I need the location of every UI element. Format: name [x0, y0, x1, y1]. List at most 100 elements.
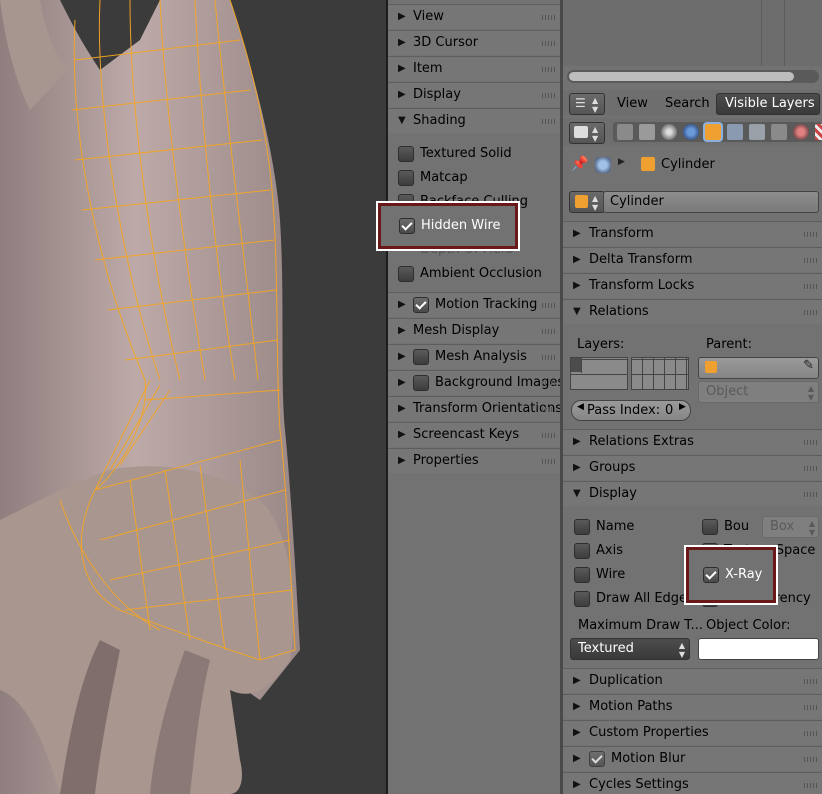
pass-index-field[interactable]: ◀ Pass Index: 0 ▶	[571, 400, 691, 421]
outliner-display-mode-dropdown[interactable]: Visible Layers	[716, 93, 820, 115]
3d-viewport[interactable]	[0, 0, 386, 794]
panel-header-relations-extras[interactable]: ▶ Relations Extras	[563, 429, 822, 454]
panel-header-mesh-analysis[interactable]: ▶ Mesh Analysis	[388, 344, 560, 369]
drag-grip-icon[interactable]	[804, 492, 818, 497]
panel-header-display[interactable]: ▼ Display	[563, 481, 822, 506]
bounds-type-dropdown[interactable]: Box ▲ ▼	[762, 516, 819, 538]
drag-grip-icon[interactable]	[542, 93, 556, 98]
draw-all-edges-checkbox[interactable]	[574, 591, 590, 607]
drag-grip-icon[interactable]	[542, 67, 556, 72]
panel-header-relations[interactable]: ▼ Relations	[563, 299, 822, 324]
modifiers-wrench-icon[interactable]	[749, 124, 765, 140]
drag-grip-icon[interactable]	[804, 466, 818, 471]
panel-header-duplication[interactable]: ▶ Duplication	[563, 668, 822, 693]
outliner-view-menu[interactable]: View	[617, 96, 648, 111]
panel-header-background-images[interactable]: ▶ Background Images	[388, 370, 564, 395]
panel-header-shading[interactable]: ▼ Shading	[388, 108, 560, 133]
background-images-checkbox[interactable]	[413, 375, 429, 391]
panel-header-transform-orientations[interactable]: ▶ Transform Orientations	[388, 396, 562, 421]
drag-grip-icon[interactable]	[542, 459, 556, 464]
properties-editor-type-button[interactable]: ▲ ▼	[569, 122, 605, 144]
drag-grip-icon[interactable]	[804, 232, 818, 237]
drag-grip-icon[interactable]	[542, 41, 556, 46]
viewport-properties-shelf: ▶ View ▶ 3D Cursor ▶ Item ▶ Display ▼ Sh…	[388, 0, 564, 794]
drag-grip-icon[interactable]	[542, 329, 556, 334]
drag-grip-icon[interactable]	[542, 119, 556, 124]
layers-grid-left[interactable]	[570, 357, 628, 390]
panel-header-properties[interactable]: ▶ Properties	[388, 448, 560, 473]
bounds-checkbox[interactable]	[702, 519, 718, 535]
panel-header-motion-paths[interactable]: ▶ Motion Paths	[563, 694, 822, 719]
drag-grip-icon[interactable]	[542, 407, 556, 412]
collapsed-triangle-icon: ▶	[398, 351, 406, 362]
x-ray-checkbox[interactable]	[703, 567, 719, 583]
mesh-data-icon[interactable]	[771, 124, 787, 140]
drag-grip-icon[interactable]	[804, 284, 818, 289]
outliner-area[interactable]	[563, 0, 822, 66]
drag-grip-icon[interactable]	[804, 258, 818, 263]
material-icon[interactable]	[793, 124, 809, 140]
outliner-scrollbar-track[interactable]	[567, 70, 819, 83]
object-datablock-browse-button[interactable]: ▲ ▼	[569, 191, 605, 213]
panel-header-view[interactable]: ▶ View	[388, 4, 560, 29]
constraints-icon[interactable]	[727, 124, 743, 140]
panel-header-mesh-display[interactable]: ▶ Mesh Display	[388, 318, 560, 343]
world-icon[interactable]	[683, 124, 699, 140]
pin-icon[interactable]: 📌	[571, 156, 588, 172]
panel-header-item[interactable]: ▶ Item	[388, 56, 560, 81]
drag-grip-icon[interactable]	[804, 679, 818, 684]
drag-grip-icon[interactable]	[804, 757, 818, 762]
texture-icon[interactable]	[815, 124, 822, 140]
panel-title: Delta Transform	[589, 252, 693, 267]
drag-grip-icon[interactable]	[542, 381, 556, 386]
panel-header-transform-locks[interactable]: ▶ Transform Locks	[563, 273, 822, 298]
drag-grip-icon[interactable]	[542, 303, 556, 308]
panel-header-motion-blur[interactable]: ▶ Motion Blur	[563, 746, 822, 771]
panel-header-custom-properties[interactable]: ▶ Custom Properties	[563, 720, 822, 745]
outliner-scrollbar-thumb[interactable]	[569, 72, 794, 81]
panel-header-transform[interactable]: ▶ Transform	[563, 221, 822, 246]
axis-checkbox[interactable]	[574, 543, 590, 559]
drag-grip-icon[interactable]	[804, 705, 818, 710]
object-icon[interactable]	[705, 124, 721, 140]
parent-field[interactable]: ✎	[698, 357, 819, 379]
panel-header-delta-transform[interactable]: ▶ Delta Transform	[563, 247, 822, 272]
name-checkbox[interactable]	[574, 519, 590, 535]
matcap-checkbox[interactable]	[398, 170, 414, 186]
drag-grip-icon[interactable]	[542, 15, 556, 20]
drag-grip-icon[interactable]	[804, 731, 818, 736]
panel-header-3d-cursor[interactable]: ▶ 3D Cursor	[388, 30, 560, 55]
outliner-search-menu[interactable]: Search	[665, 96, 710, 111]
panel-header-groups[interactable]: ▶ Groups	[563, 455, 822, 480]
layers-grid-right[interactable]	[631, 357, 689, 390]
panel-header-motion-tracking[interactable]: ▶ Motion Tracking	[388, 292, 560, 317]
increment-arrow-icon[interactable]: ▶	[679, 402, 686, 412]
collapsed-triangle-icon: ▶	[573, 280, 581, 291]
panel-header-screencast-keys[interactable]: ▶ Screencast Keys	[388, 422, 560, 447]
mesh-analysis-checkbox[interactable]	[413, 349, 429, 365]
drag-grip-icon[interactable]	[542, 355, 556, 360]
active-layer-cell[interactable]	[571, 358, 581, 372]
textured-solid-checkbox[interactable]	[398, 146, 414, 162]
panel-header-cycles-settings[interactable]: ▶ Cycles Settings	[563, 772, 822, 794]
drag-grip-icon[interactable]	[804, 310, 818, 315]
wire-checkbox[interactable]	[574, 567, 590, 583]
hidden-wire-checkbox[interactable]	[399, 218, 415, 234]
drag-grip-icon[interactable]	[804, 783, 818, 788]
eyedropper-icon[interactable]: ✎	[803, 358, 814, 373]
outliner-editor-type-button[interactable]: ☰ ▲ ▼	[569, 93, 605, 115]
motion-blur-checkbox[interactable]	[589, 751, 605, 767]
ambient-occlusion-checkbox[interactable]	[398, 266, 414, 282]
max-draw-type-dropdown[interactable]: Textured ▲ ▼	[570, 638, 690, 660]
scene-icon[interactable]	[661, 124, 677, 140]
render-camera-icon[interactable]	[617, 124, 633, 140]
motion-tracking-checkbox[interactable]	[413, 297, 429, 313]
panel-header-display[interactable]: ▶ Display	[388, 82, 560, 107]
decrement-arrow-icon[interactable]: ◀	[577, 402, 584, 412]
drag-grip-icon[interactable]	[542, 433, 556, 438]
object-name-field[interactable]: Cylinder	[603, 191, 819, 213]
parent-type-dropdown[interactable]: Object ▲ ▼	[698, 381, 819, 403]
object-color-swatch[interactable]	[698, 638, 819, 660]
drag-grip-icon[interactable]	[804, 440, 818, 445]
render-layers-icon[interactable]	[639, 124, 655, 140]
